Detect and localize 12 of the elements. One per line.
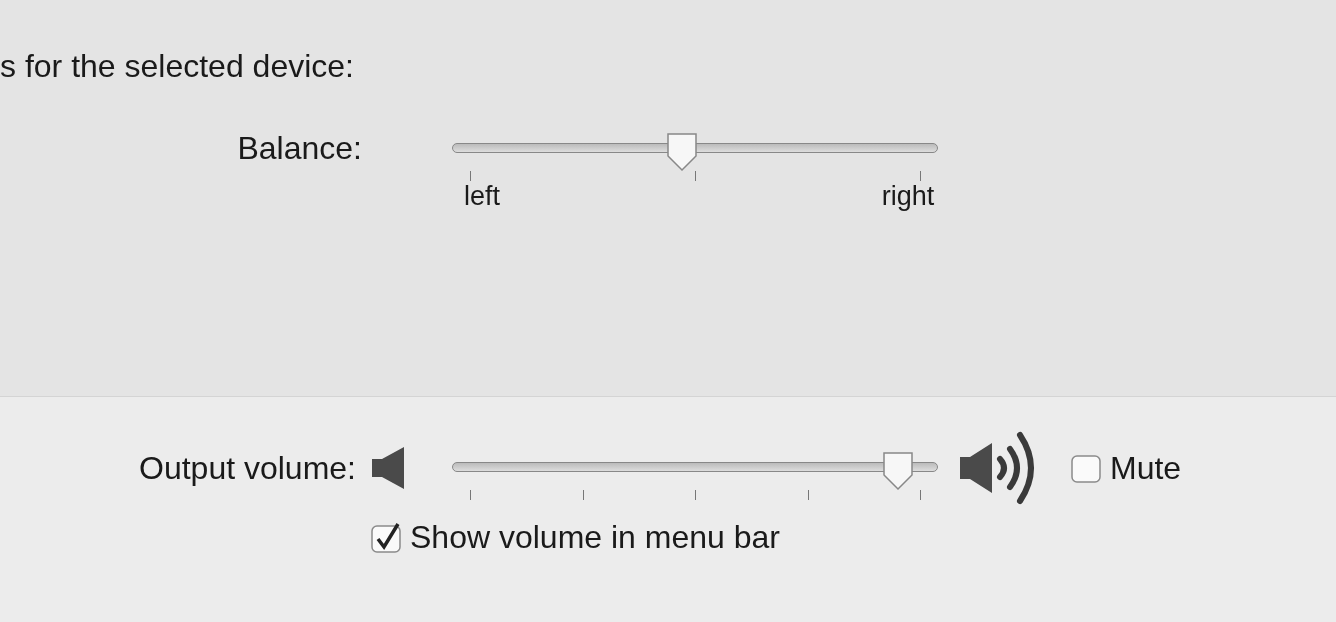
tick-label: left (463, 181, 501, 212)
checkbox[interactable] (370, 521, 402, 554)
tick-label: right (880, 181, 936, 212)
checkbox-label: Show volume in menu bar (410, 519, 780, 556)
section-heading: s for the selected device: (0, 48, 355, 85)
speaker-low-icon (370, 447, 406, 489)
output-volume-label: Output volume: (138, 449, 356, 487)
checkbox-label: Mute (1110, 449, 1182, 487)
slider-thumb[interactable] (664, 132, 699, 172)
slider-thumb[interactable] (880, 451, 915, 491)
balance-label: Balance: (236, 130, 362, 167)
checkbox[interactable] (1070, 452, 1102, 484)
